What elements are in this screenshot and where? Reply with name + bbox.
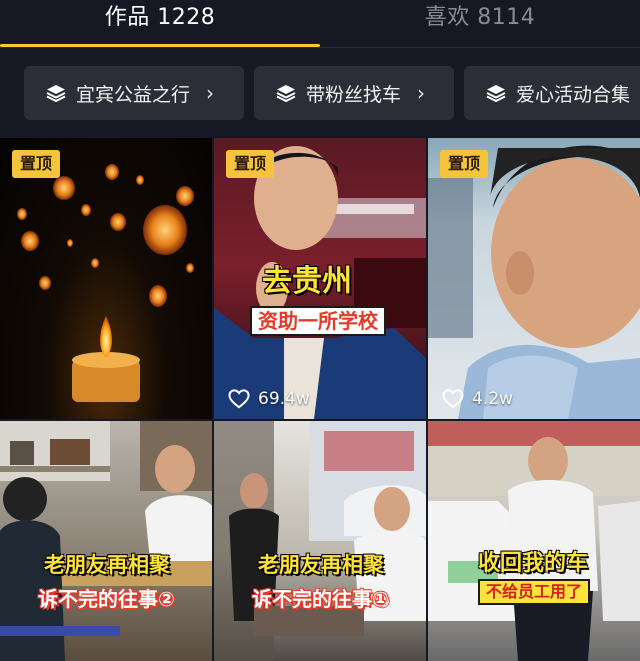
video-tile[interactable]: 置顶 — [0, 138, 212, 419]
layers-icon — [486, 85, 506, 103]
like-count-value: 69.4w — [258, 389, 310, 409]
collection-chip-fans-car[interactable]: 带粉丝找车 › — [254, 66, 454, 120]
video-caption-main: 老朋友再相聚 — [258, 553, 384, 577]
tab-works[interactable]: 作品 1228 — [0, 2, 320, 34]
like-count-value: 4.2w — [472, 389, 513, 409]
video-caption-main: 老朋友再相聚 — [44, 553, 170, 577]
collection-label: 宜宾公益之行 — [76, 83, 191, 106]
tabs-divider — [0, 47, 640, 48]
tab-likes[interactable]: 喜欢 8114 — [320, 2, 640, 34]
collection-chip-charity[interactable]: 爱心活动合集 — [464, 66, 640, 120]
lantern-thumbnail — [17, 164, 194, 402]
video-tile[interactable]: 去贵州 资助一所学校 置顶 69.4w — [214, 138, 426, 419]
pinned-badge: 置顶 — [226, 150, 274, 178]
workshop-thumbnail — [0, 421, 212, 661]
heart-icon — [228, 389, 250, 409]
chevron-right-icon: › — [417, 81, 426, 105]
video-caption-main: 去贵州 — [262, 264, 352, 299]
collection-label: 带粉丝找车 — [306, 83, 402, 106]
like-count: 4.2w — [442, 389, 513, 409]
pinned-badge: 置顶 — [12, 150, 60, 178]
office-thumbnail — [214, 421, 426, 661]
video-caption-sub: 诉不完的往事① — [252, 587, 389, 611]
video-caption-sub: 资助一所学校 — [250, 306, 386, 336]
video-caption-sub: 不给员工用了 — [478, 579, 591, 605]
video-tile[interactable]: 老朋友再相聚 诉不完的往事② — [0, 421, 212, 661]
pinned-badge: 置顶 — [440, 150, 488, 178]
car-closeup-thumbnail — [428, 145, 640, 419]
video-grid: 置顶 去贵州 资助一所学校 置顶 69.4w 置顶 4.2w 老朋友再相聚 诉不… — [0, 138, 640, 661]
like-count: 69.4w — [228, 389, 310, 409]
video-tile[interactable]: 收回我的车 不给员工用了 — [428, 421, 640, 661]
car-outdoor-thumbnail — [428, 421, 640, 661]
profile-tabs: 作品 1228 喜欢 8114 — [0, 0, 640, 48]
layers-icon — [46, 85, 66, 103]
heart-icon — [442, 389, 464, 409]
chevron-right-icon: › — [206, 81, 215, 105]
video-caption-main: 收回我的车 — [478, 551, 589, 576]
collection-label: 爱心活动合集 — [516, 83, 631, 106]
video-caption-sub: 诉不完的往事② — [38, 587, 175, 611]
collections-row: 宜宾公益之行 › 带粉丝找车 › 爱心活动合集 — [0, 66, 640, 120]
collection-chip-yibin[interactable]: 宜宾公益之行 › — [24, 66, 244, 120]
layers-icon — [276, 85, 296, 103]
video-tile[interactable]: 老朋友再相聚 诉不完的往事① — [214, 421, 426, 661]
video-tile[interactable]: 置顶 4.2w — [428, 138, 640, 419]
